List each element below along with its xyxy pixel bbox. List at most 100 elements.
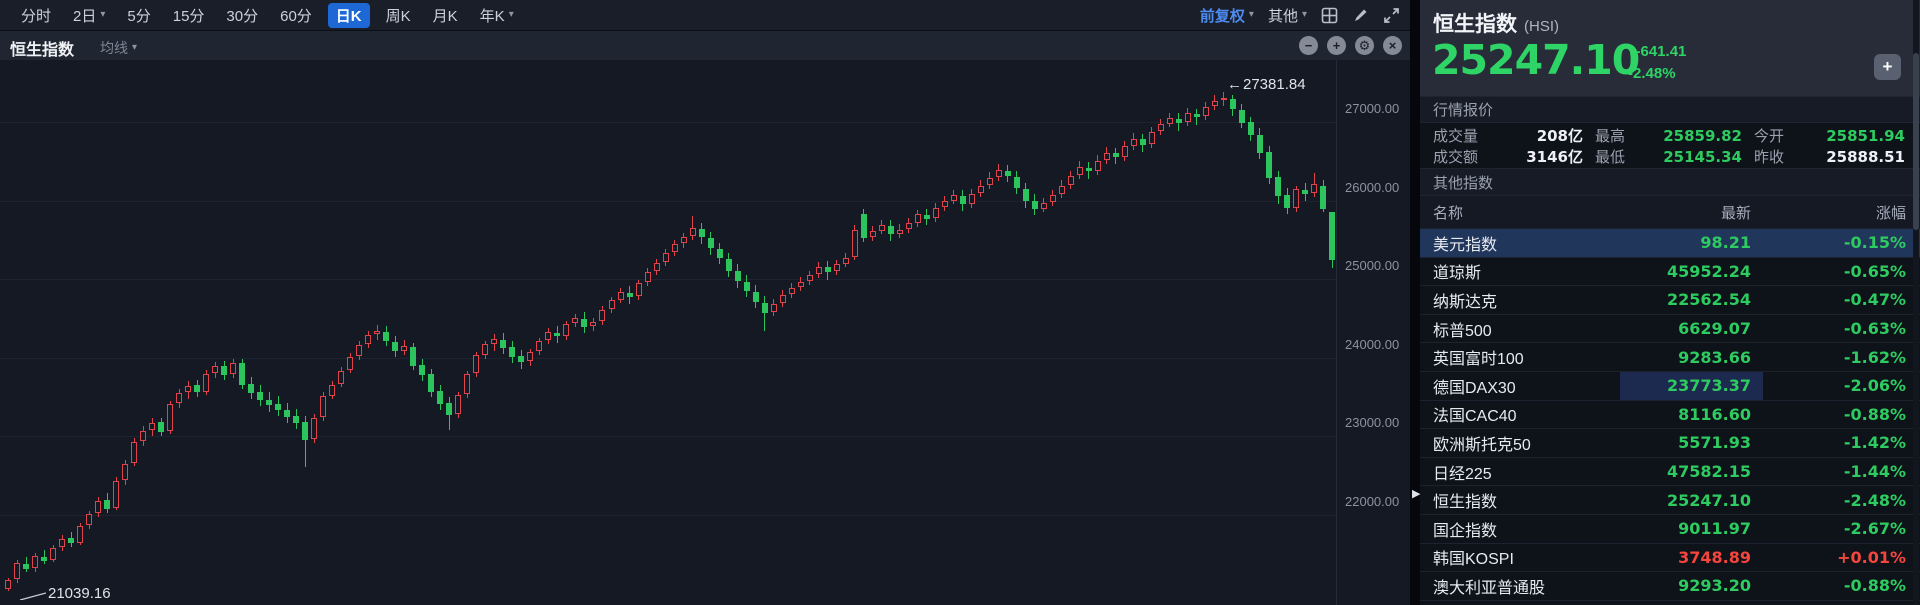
candle-body [311, 418, 317, 438]
quote-value: 25859.82 [1663, 127, 1742, 145]
index-row-4[interactable]: 英国富时1009283.66-1.62% [1420, 342, 1920, 371]
index-row-9[interactable]: 恒生指数25247.10-2.48% [1420, 485, 1920, 514]
candle-body [1239, 110, 1245, 123]
add-to-watchlist-button[interactable]: + [1874, 54, 1901, 80]
brush-icon[interactable] [1352, 7, 1369, 24]
col-header-change[interactable]: 涨幅 [1763, 202, 1920, 223]
candle-body [618, 292, 624, 300]
index-row-11[interactable]: 韩国KOSPI3748.89+0.01% [1420, 543, 1920, 572]
quote-label: 最低 [1595, 146, 1625, 167]
candle-body [113, 481, 119, 508]
fullscreen-icon[interactable] [1383, 7, 1400, 24]
candle-body [1086, 168, 1092, 172]
candle-body [1329, 212, 1335, 260]
candle-body [1311, 184, 1317, 193]
candle-body [86, 514, 92, 525]
candle-body [807, 275, 813, 281]
col-header-last[interactable]: 最新 [1620, 196, 1763, 228]
candle-body [1302, 190, 1308, 195]
index-row-partial[interactable] [1420, 600, 1920, 605]
adjust-mode-label: 前复权 [1200, 5, 1245, 26]
others-dropdown[interactable]: 其他 ▾ [1268, 5, 1307, 26]
candle-body [140, 431, 146, 441]
period-tab-7[interactable]: 周K [375, 3, 422, 28]
index-row-3[interactable]: 标普5006629.07-0.63% [1420, 314, 1920, 343]
index-row-6[interactable]: 法国CAC408116.60-0.88% [1420, 400, 1920, 429]
candle-body [1158, 124, 1164, 131]
candle-body [960, 196, 966, 205]
zoom-out-icon[interactable]: − [1299, 36, 1318, 55]
price-change-percent: -2.48% [1628, 65, 1676, 82]
close-icon[interactable]: × [1383, 36, 1402, 55]
panel-collapse-handle[interactable]: ▶ [1412, 487, 1420, 500]
candle-body [1221, 98, 1227, 100]
candle-body [1167, 118, 1173, 124]
candle-body [1077, 167, 1083, 176]
index-row-5[interactable]: 德国DAX3023773.37-2.06% [1420, 371, 1920, 400]
candle-body [329, 385, 335, 396]
panel-scrollbar-thumb[interactable] [1913, 53, 1919, 230]
candle-body [590, 322, 596, 327]
candle-body [320, 396, 326, 417]
y-axis-tick-label: 26000.00 [1345, 180, 1399, 195]
candle-body [672, 244, 678, 253]
period-tab-6[interactable]: 日K [328, 3, 370, 28]
arrow-down-icon: ↓ [1628, 43, 1636, 60]
chevron-down-icon: ▾ [100, 10, 105, 20]
grid-layout-icon[interactable] [1321, 7, 1338, 24]
index-row-8[interactable]: 日经22547582.15-1.44% [1420, 457, 1920, 486]
quote-label: 昨收 [1754, 146, 1784, 167]
candle-body [1104, 153, 1110, 160]
candle-body [978, 186, 984, 193]
others-label: 其他 [1268, 5, 1298, 26]
period-tab-0[interactable]: 分时 [10, 3, 62, 28]
index-row-7[interactable]: 欧洲斯托克505571.93-1.42% [1420, 428, 1920, 457]
index-name: 恒生指数(HSI) [1433, 8, 1559, 38]
candle-body [1257, 135, 1263, 153]
zoom-in-icon[interactable]: + [1327, 36, 1346, 55]
candle-body [455, 395, 461, 415]
index-symbol: (HSI) [1524, 18, 1559, 35]
period-tab-3[interactable]: 15分 [162, 3, 216, 28]
candle-body [753, 292, 759, 302]
index-name-cell: 欧洲斯托克50 [1420, 431, 1620, 455]
index-last-cell: 23773.37 [1620, 372, 1763, 400]
candle-body [545, 332, 551, 341]
candle-body [167, 404, 173, 431]
ma-dropdown[interactable]: 均线 ▾ [100, 38, 137, 58]
candle-body [266, 400, 272, 406]
index-row-2[interactable]: 纳斯达克22562.54-0.47% [1420, 285, 1920, 314]
candle-body [1131, 139, 1137, 146]
index-name-cell: 道琼斯 [1420, 259, 1620, 283]
candle-body [609, 300, 615, 309]
last-price: 25247.10 [1432, 36, 1639, 84]
adjust-mode-dropdown[interactable]: 前复权 ▾ [1200, 5, 1254, 26]
gridline [0, 515, 1336, 516]
settings-gear-icon[interactable]: ⚙ [1355, 36, 1374, 55]
period-tab-2[interactable]: 5分 [116, 3, 161, 28]
period-tab-5[interactable]: 60分 [269, 3, 323, 28]
indices-table-body: 美元指数98.21-0.15%道琼斯45952.24-0.65%纳斯达克2256… [1420, 228, 1920, 605]
price-change: ↓-641.41 [1628, 43, 1686, 60]
candle-body [1284, 195, 1290, 208]
quote-value: 208亿 [1537, 125, 1583, 146]
candlestick-plot[interactable]: ←27381.84 21039.16 27000.0026000.0025000… [0, 60, 1410, 605]
period-tab-4[interactable]: 30分 [215, 3, 269, 28]
index-change-cell: -2.48% [1763, 491, 1920, 510]
period-tab-9[interactable]: 年K▾ [469, 3, 525, 28]
index-row-1[interactable]: 道琼斯45952.24-0.65% [1420, 257, 1920, 286]
index-row-10[interactable]: 国企指数9011.97-2.67% [1420, 514, 1920, 543]
candle-body [789, 288, 795, 294]
y-axis-tick-label: 25000.00 [1345, 258, 1399, 273]
gridline [0, 201, 1336, 202]
col-header-name[interactable]: 名称 [1420, 202, 1620, 223]
index-row-12[interactable]: 澳大利亚普通股9293.20-0.88% [1420, 571, 1920, 600]
quote-value: 25888.51 [1826, 148, 1905, 166]
quote-label: 最高 [1595, 125, 1625, 146]
period-tab-1[interactable]: 2日▾ [62, 3, 116, 28]
index-row-0[interactable]: 美元指数98.21-0.15% [1420, 228, 1920, 257]
period-tab-8[interactable]: 月K [422, 3, 469, 28]
period-tabs: 分时2日▾5分15分30分60分日K周K月K年K▾ [0, 3, 525, 28]
candle-body [1095, 161, 1101, 171]
candle-body [257, 392, 263, 400]
